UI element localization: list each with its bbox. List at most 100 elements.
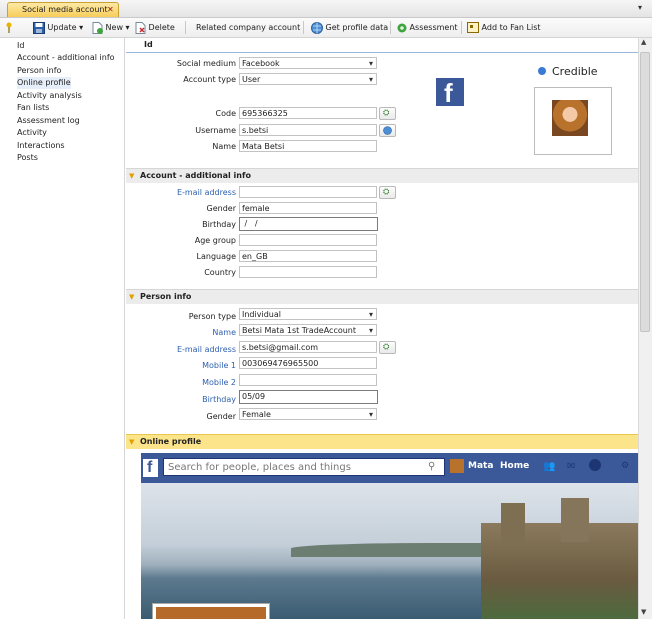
- account-section-header[interactable]: ▼ Account - additional info: [126, 168, 638, 183]
- notifications-icon[interactable]: [589, 459, 601, 471]
- contact-lookup-icon: ⛭: [383, 342, 390, 351]
- online-profile-section-title: Online profile: [140, 437, 202, 446]
- username-field[interactable]: s.betsi: [239, 124, 377, 136]
- messages-icon[interactable]: ✉: [567, 461, 575, 472]
- new-button[interactable]: New ▾: [92, 18, 130, 37]
- nav-item-activity-analysis[interactable]: Activity analysis: [17, 90, 82, 102]
- save-icon: [33, 21, 45, 34]
- nav-item-assessment-log[interactable]: Assessment log: [17, 115, 80, 127]
- profile-picture-image: [156, 607, 266, 619]
- related-label: Related company account: [196, 23, 301, 32]
- collapse-icon: ▼: [129, 293, 135, 301]
- email-lookup-button[interactable]: ⛭: [379, 186, 396, 199]
- birthday-label: Birthday: [202, 220, 236, 229]
- delete-button[interactable]: Delete: [135, 18, 175, 37]
- search-icon[interactable]: ⚲: [428, 461, 435, 472]
- assessment-label: Assessment: [409, 23, 458, 32]
- mobile2-field[interactable]: [239, 374, 377, 386]
- open-profile-button[interactable]: [379, 124, 396, 137]
- person-email-field[interactable]: s.betsi@gmail.com: [239, 341, 377, 353]
- facebook-user-name[interactable]: Mata: [468, 461, 493, 471]
- person-type-select[interactable]: Individual: [239, 308, 377, 321]
- credible-label: Credible: [552, 65, 598, 78]
- get-profile-data-button[interactable]: Get profile data: [311, 18, 388, 37]
- delete-label: Delete: [148, 23, 175, 32]
- social-medium-select[interactable]: Facebook: [239, 57, 377, 70]
- id-section-header: Id: [126, 38, 638, 53]
- chevron-down-icon[interactable]: ▾: [126, 23, 130, 32]
- scrollbar-thumb[interactable]: [640, 52, 650, 332]
- person-birthday-field[interactable]: 05/09: [239, 390, 378, 404]
- nav-item-activity[interactable]: Activity: [17, 127, 47, 139]
- nav-item-account-additional-info[interactable]: Account - additional info: [17, 52, 115, 64]
- birthday-field[interactable]: / /: [239, 217, 378, 231]
- credible-status-icon: [538, 67, 546, 75]
- pin-button[interactable]: [5, 18, 13, 37]
- account-email-label: E-mail address: [176, 188, 236, 197]
- update-label: Update: [47, 23, 77, 32]
- online-profile-section-header[interactable]: ▼ Online profile: [126, 434, 638, 449]
- person-gender-select[interactable]: Female: [239, 408, 377, 421]
- code-field[interactable]: 695366325: [239, 107, 377, 119]
- collapse-icon: ▼: [129, 438, 135, 446]
- globe-icon: [311, 21, 323, 34]
- person-name-label: Name: [212, 328, 236, 337]
- avatar: [552, 100, 588, 136]
- tab-social-media-account[interactable]: Social media account ✕: [7, 2, 119, 17]
- facebook-home-link[interactable]: Home: [500, 461, 529, 471]
- gender-label: Gender: [206, 204, 236, 213]
- settings-icon[interactable]: ⚙: [621, 461, 629, 471]
- id-section-title: Id: [144, 40, 153, 49]
- mobile1-field[interactable]: 003069476965500: [239, 357, 377, 369]
- account-email-field[interactable]: [239, 186, 377, 198]
- toolbar-separator: [390, 21, 391, 34]
- toolbar-separator: [461, 21, 462, 34]
- person-gender-label: Gender: [206, 412, 236, 421]
- age-group-field[interactable]: [239, 234, 377, 246]
- friend-requests-icon[interactable]: 👥: [543, 461, 555, 472]
- person-type-label: Person type: [188, 312, 236, 321]
- facebook-user-avatar: [450, 459, 464, 473]
- cover-tower: [561, 498, 589, 542]
- cover-tower: [501, 503, 525, 543]
- person-birthday-label: Birthday: [202, 395, 236, 404]
- nav-item-fan-lists[interactable]: Fan lists: [17, 102, 49, 114]
- new-document-icon: [92, 21, 103, 34]
- collapse-icon: ▼: [129, 172, 135, 180]
- contact-lookup-icon: ⛭: [383, 187, 390, 196]
- tab-list-dropdown-icon[interactable]: ▾: [638, 3, 642, 12]
- assessment-button[interactable]: Assessment: [397, 18, 458, 37]
- embedded-profile-browser[interactable]: f Search for people, places and things ⚲…: [141, 453, 638, 619]
- account-type-select[interactable]: User: [239, 73, 377, 86]
- lookup-code-button[interactable]: ⛭: [379, 107, 396, 120]
- person-email-lookup-button[interactable]: ⛭: [379, 341, 396, 354]
- document-tab-bar: Social media account ✕ ▾: [0, 0, 652, 18]
- related-company-account-button[interactable]: Related company account: [196, 18, 300, 37]
- nav-item-id[interactable]: Id: [17, 40, 24, 52]
- facebook-profile-picture[interactable]: [152, 603, 270, 619]
- nav-item-online-profile[interactable]: Online profile: [17, 77, 71, 89]
- language-field[interactable]: en_GB: [239, 250, 377, 262]
- gender-field[interactable]: female: [239, 202, 377, 214]
- pin-icon: [6, 22, 12, 33]
- person-section-title: Person info: [140, 292, 192, 301]
- nav-item-posts[interactable]: Posts: [17, 152, 38, 164]
- account-section-title: Account - additional info: [140, 171, 251, 180]
- profile-photo-frame: [534, 87, 612, 155]
- close-icon[interactable]: ✕: [107, 3, 114, 17]
- country-field[interactable]: [239, 266, 377, 278]
- scroll-down-icon[interactable]: ▼: [641, 608, 646, 616]
- chevron-down-icon[interactable]: ▾: [79, 23, 83, 32]
- nav-item-interactions[interactable]: Interactions: [17, 140, 65, 152]
- update-button[interactable]: Update ▾: [33, 18, 83, 37]
- nav-item-person-info[interactable]: Person info: [17, 65, 61, 77]
- person-section-header[interactable]: ▼ Person info: [126, 289, 638, 304]
- add-to-fan-list-button[interactable]: Add to Fan List: [467, 18, 541, 37]
- person-name-select[interactable]: Betsi Mata 1st TradeAccount: [239, 324, 377, 337]
- name-field[interactable]: Mata Betsi: [239, 140, 377, 152]
- social-medium-label: Social medium: [176, 59, 236, 68]
- facebook-search-placeholder: Search for people, places and things: [168, 462, 351, 473]
- scroll-up-icon[interactable]: ▲: [641, 38, 646, 46]
- account-type-label: Account type: [183, 75, 236, 84]
- facebook-search-input[interactable]: Search for people, places and things ⚲: [163, 458, 445, 476]
